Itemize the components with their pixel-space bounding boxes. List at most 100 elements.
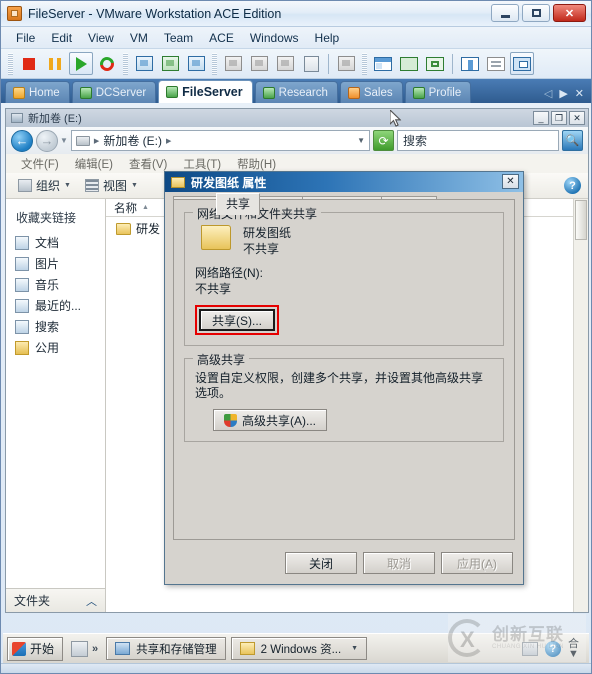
minimize-button[interactable]: [491, 4, 519, 22]
address-dropdown-icon[interactable]: ▼: [357, 136, 365, 145]
tab-profile[interactable]: Profile: [404, 81, 472, 103]
help-icon[interactable]: ?: [545, 640, 561, 657]
apply-button[interactable]: 应用(A): [441, 552, 513, 574]
tab-sales[interactable]: Sales: [339, 81, 403, 103]
summary-icon[interactable]: [334, 52, 358, 75]
share-button[interactable]: 共享(S)...: [199, 309, 275, 331]
toolbar-grip-4[interactable]: [362, 52, 367, 75]
explorer-minimize-button[interactable]: _: [533, 111, 549, 125]
clock-icon[interactable]: 合 ▼: [568, 638, 579, 659]
search-input[interactable]: 搜索: [397, 130, 559, 151]
advanced-sharing-button[interactable]: 高级共享(A)...: [213, 409, 327, 431]
menu-help[interactable]: Help: [308, 29, 347, 47]
keyboard-icon[interactable]: [522, 641, 538, 656]
nav-item-pictures[interactable]: 图片: [6, 253, 105, 274]
properties-dialog: 研发图纸 属性 ✕ 常规 共享 安全 以前的版本 自定义 网络文件和文件夹共享 …: [164, 171, 524, 585]
breadcrumb-chevron-icon-2[interactable]: ▶: [166, 137, 171, 145]
reset-icon[interactable]: [95, 52, 119, 75]
menu-edit[interactable]: Edit: [44, 29, 79, 47]
refresh-icon[interactable]: ⟳: [373, 130, 394, 151]
tab-research[interactable]: Research: [254, 81, 338, 103]
menu-ace[interactable]: ACE: [202, 29, 241, 47]
search-icon[interactable]: 🔍: [562, 130, 583, 151]
forward-button[interactable]: →: [36, 129, 58, 152]
snapshot-revert-icon[interactable]: [158, 52, 182, 75]
advanced-sharing-description: 设置自定义权限，创建多个共享，并设置其他高级共享选项。: [195, 371, 484, 400]
menu-vm[interactable]: VM: [123, 29, 155, 47]
settings-icon[interactable]: [458, 52, 482, 75]
documents-icon: [15, 235, 29, 250]
back-button[interactable]: ←: [11, 129, 33, 152]
snapshot-take-icon[interactable]: [132, 52, 156, 75]
maximize-button[interactable]: [522, 4, 550, 22]
scrollbar-thumb[interactable]: [575, 200, 587, 240]
nav-item-public[interactable]: 公用: [6, 337, 105, 358]
vm-icon: [262, 86, 275, 99]
dialog-close-button[interactable]: ✕: [502, 174, 519, 189]
taskbar-item-label: 共享和存储管理: [136, 643, 217, 656]
sidebar-toggle-icon[interactable]: [371, 52, 395, 75]
tab-home[interactable]: Home: [5, 81, 70, 103]
address-input[interactable]: ▶ 新加卷 (E:) ▶ ▼: [70, 130, 370, 151]
stop-icon[interactable]: [17, 52, 41, 75]
explorer-menu-help[interactable]: 帮助(H): [230, 156, 283, 172]
cancel-button[interactable]: 取消: [363, 552, 435, 574]
breadcrumb-chevron-icon[interactable]: ▶: [94, 137, 99, 145]
explorer-menu-file[interactable]: 文件(F): [14, 156, 66, 172]
unity-icon[interactable]: [423, 52, 447, 75]
menu-file[interactable]: File: [9, 29, 42, 47]
menu-windows[interactable]: Windows: [243, 29, 306, 47]
menu-view[interactable]: View: [81, 29, 121, 47]
view-button[interactable]: 视图 ▼: [79, 175, 144, 196]
play-icon[interactable]: [69, 52, 93, 75]
explorer-close-button[interactable]: ✕: [569, 111, 585, 125]
tab-dcserver[interactable]: DCServer: [71, 81, 157, 103]
toolbar-grip[interactable]: [8, 52, 13, 75]
nav-item-music[interactable]: 音乐: [6, 274, 105, 295]
share-manager-icon: [115, 642, 131, 655]
recent-pages-icon[interactable]: ▼: [60, 136, 68, 145]
toolbar-grip-2[interactable]: [123, 52, 128, 75]
taskbar-item-explorer-group[interactable]: 2 Windows 资... ▼: [230, 637, 368, 660]
menu-team[interactable]: Team: [157, 29, 200, 47]
tab-close-icon[interactable]: ✕: [575, 87, 584, 100]
usb-icon[interactable]: [299, 52, 323, 75]
fullscreen-icon[interactable]: [397, 52, 421, 75]
taskbar-item-label: 2 Windows 资...: [260, 643, 342, 656]
advanced-sharing-legend: 高级共享: [193, 351, 250, 368]
organize-button[interactable]: 组织 ▼: [12, 175, 77, 196]
help-icon[interactable]: ?: [564, 177, 581, 194]
tab-prev-icon[interactable]: ◁: [544, 87, 552, 100]
explorer-title: 新加卷 (E:): [28, 113, 82, 125]
pause-icon[interactable]: [43, 52, 67, 75]
tab-sharing[interactable]: 共享: [216, 193, 261, 215]
quick-launch-overflow-icon[interactable]: »: [92, 643, 98, 655]
folders-label: 文件夹: [14, 594, 51, 608]
start-button[interactable]: 开始: [7, 636, 64, 661]
close-dialog-button[interactable]: 关闭: [285, 552, 357, 574]
clone-alt-icon[interactable]: [247, 52, 271, 75]
multiview-icon[interactable]: [510, 52, 534, 75]
toolbar-grip-3[interactable]: [212, 52, 217, 75]
tab-fileserver[interactable]: FileServer: [158, 80, 253, 103]
delete-vm-icon[interactable]: [273, 52, 297, 75]
snapshot-manager-icon[interactable]: [184, 52, 208, 75]
show-desktop-icon[interactable]: [71, 640, 89, 657]
explorer-restore-button[interactable]: ❐: [551, 111, 567, 125]
nav-item-recent[interactable]: 最近的...: [6, 295, 105, 316]
clone-icon[interactable]: [221, 52, 245, 75]
folders-pane-toggle[interactable]: 文件夹 ︿: [6, 588, 105, 612]
nav-item-documents[interactable]: 文档: [6, 232, 105, 253]
inventory-icon[interactable]: [484, 52, 508, 75]
views-icon: [84, 179, 99, 192]
explorer-menu-tools[interactable]: 工具(T): [176, 156, 228, 172]
close-button[interactable]: ✕: [553, 4, 586, 22]
explorer-menu-view[interactable]: 查看(V): [122, 156, 174, 172]
tab-next-icon[interactable]: ▶: [559, 87, 567, 100]
nav-item-searches[interactable]: 搜索: [6, 316, 105, 337]
file-list-scrollbar[interactable]: [573, 199, 588, 612]
vmware-menubar: File Edit View VM Team ACE Windows Help: [1, 27, 591, 49]
view-label: 视图: [102, 179, 127, 193]
explorer-menu-edit[interactable]: 编辑(E): [68, 156, 120, 172]
taskbar-item-share-manager[interactable]: 共享和存储管理: [106, 637, 226, 660]
